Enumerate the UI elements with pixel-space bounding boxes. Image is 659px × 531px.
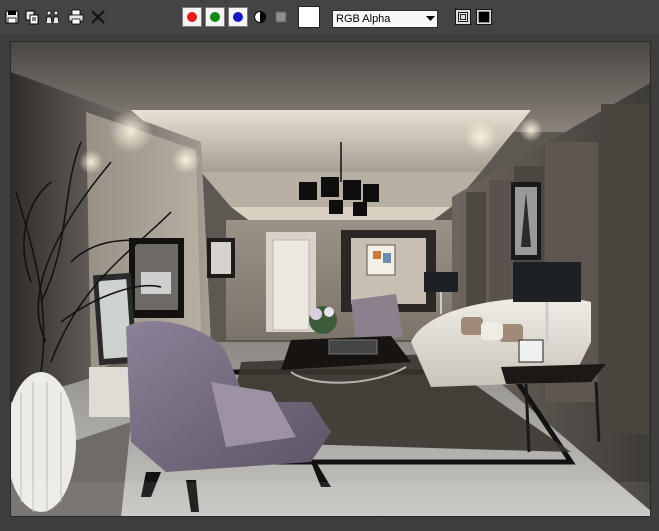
- blue-channel-button[interactable]: [228, 7, 248, 27]
- close-icon: [91, 10, 105, 24]
- clone-icon: [25, 10, 39, 25]
- save-icon: [5, 10, 19, 24]
- display-window-button[interactable]: [475, 8, 493, 26]
- channel-select-value: RGB Alpha: [336, 13, 391, 25]
- clear-button[interactable]: [90, 9, 106, 25]
- window-icon: [476, 9, 492, 25]
- render-toolbar: RGB Alpha: [0, 0, 659, 34]
- green-channel-button[interactable]: [205, 7, 225, 27]
- channel-select[interactable]: RGB Alpha: [332, 10, 438, 28]
- render-frame-window: RGB Alpha: [0, 0, 659, 531]
- chevron-down-icon: [423, 11, 437, 27]
- color-swatch[interactable]: [298, 6, 320, 28]
- print-icon: [68, 9, 84, 25]
- print-button[interactable]: [68, 9, 84, 25]
- display-frame-button[interactable]: [454, 8, 472, 26]
- blue-dot-icon: [233, 12, 243, 22]
- red-channel-button[interactable]: [182, 7, 202, 27]
- clear-stop-button[interactable]: [273, 9, 289, 25]
- green-dot-icon: [210, 12, 220, 22]
- people-icon: [45, 10, 60, 24]
- monochrome-button[interactable]: [252, 9, 268, 25]
- render-viewport: [10, 41, 651, 517]
- save-button[interactable]: [4, 9, 20, 25]
- square-icon: [275, 11, 287, 23]
- rendered-interior-image: [11, 42, 650, 516]
- half-circle-icon: [254, 11, 266, 23]
- clone-button[interactable]: [24, 9, 40, 25]
- frame-icon: [455, 9, 471, 25]
- sequence-button[interactable]: [45, 9, 61, 25]
- red-dot-icon: [187, 12, 197, 22]
